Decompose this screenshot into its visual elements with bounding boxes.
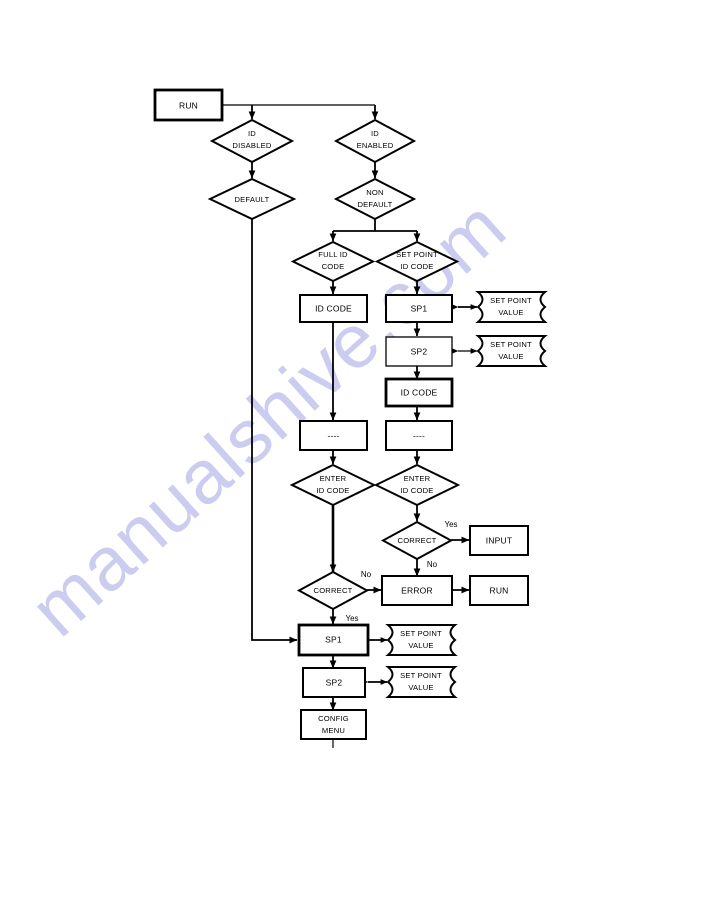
node-run-bottom[interactable]: RUN xyxy=(469,575,529,606)
node-sp2-bottom-label: SP2 xyxy=(326,677,343,687)
node-id-code-left-label: ID CODE xyxy=(315,303,352,313)
node-id-code-left[interactable]: ID CODE xyxy=(299,294,368,323)
node-set-point-value-sp2-right-label-2: VALUE xyxy=(498,352,523,361)
edge-label-correct-left-yes: Yes xyxy=(345,614,358,623)
node-input[interactable]: INPUT xyxy=(469,525,529,556)
node-non-default[interactable]: NON DEFAULT xyxy=(333,177,417,221)
node-id-disabled-label-1: ID xyxy=(248,129,256,138)
node-dashes-right-label: ---- xyxy=(413,430,425,440)
edge-label-correct-right-yes: Yes xyxy=(444,520,457,529)
node-id-enabled-label-1: ID xyxy=(371,129,379,138)
node-set-point-value-sp2-right-label-1: SET POINT xyxy=(490,340,532,349)
node-dashes-left-label: ---- xyxy=(327,430,339,440)
edge-label-correct-left-no: No xyxy=(361,570,372,579)
node-correct-right[interactable]: CORRECT xyxy=(380,520,454,561)
node-correct-right-label: CORRECT xyxy=(398,536,437,545)
node-input-label: INPUT xyxy=(486,535,513,545)
node-enter-id-code-left[interactable]: ENTER ID CODE xyxy=(289,463,377,507)
flowchart-diagram: manualshive.com RUN ID DISABLED ID ENABL… xyxy=(0,0,702,918)
node-error[interactable]: ERROR xyxy=(381,575,453,606)
node-set-point-id-code-label-1: SET POINT xyxy=(396,250,438,259)
node-enter-id-code-right-label-2: ID CODE xyxy=(400,486,433,495)
node-default-label: DEFAULT xyxy=(234,195,269,204)
node-enter-id-code-right[interactable]: ENTER ID CODE xyxy=(373,463,461,507)
node-non-default-label-2: DEFAULT xyxy=(357,200,392,209)
node-dashes-left[interactable]: ---- xyxy=(299,420,368,451)
node-enter-id-code-left-label-1: ENTER xyxy=(320,474,347,483)
node-full-id-code[interactable]: FULL ID CODE xyxy=(290,240,376,283)
node-run-bottom-label: RUN xyxy=(489,585,508,595)
node-id-enabled-label-2: ENABLED xyxy=(357,141,394,150)
node-full-id-code-label-2: CODE xyxy=(322,262,345,271)
node-run-top[interactable]: RUN xyxy=(153,88,224,122)
node-config-menu-label-2: MENU xyxy=(322,726,345,735)
node-sp2-right-label: SP2 xyxy=(411,346,428,356)
node-sp1-right-label: SP1 xyxy=(411,303,428,313)
node-id-disabled-label-2: DISABLED xyxy=(232,141,271,150)
node-config-menu-label-1: CONFIG xyxy=(318,714,349,723)
node-sp2-right[interactable]: SP2 xyxy=(385,336,453,367)
node-set-point-value-sp1-bottom-label-1: SET POINT xyxy=(400,629,442,638)
node-id-code-right[interactable]: ID CODE xyxy=(384,377,454,408)
node-non-default-label-1: NON xyxy=(366,188,383,197)
node-sp2-bottom[interactable]: SP2 xyxy=(302,667,366,698)
node-default[interactable]: DEFAULT xyxy=(207,177,297,221)
node-set-point-value-sp2-bottom-label-2: VALUE xyxy=(408,683,433,692)
edge-label-correct-right-no: No xyxy=(427,560,438,569)
node-set-point-value-sp2-right[interactable]: SET POINT VALUE xyxy=(475,335,548,367)
node-correct-left[interactable]: CORRECT xyxy=(296,570,370,611)
node-id-code-right-label: ID CODE xyxy=(401,387,438,397)
node-enter-id-code-right-label-1: ENTER xyxy=(404,474,431,483)
node-set-point-value-sp1-right[interactable]: SET POINT VALUE xyxy=(475,291,548,323)
node-sp1-right[interactable]: SP1 xyxy=(385,294,453,323)
node-dashes-right[interactable]: ---- xyxy=(385,420,453,451)
node-id-enabled[interactable]: ID ENABLED xyxy=(333,118,417,164)
node-set-point-value-sp1-bottom[interactable]: SET POINT VALUE xyxy=(385,624,458,656)
node-set-point-value-sp2-bottom-label-1: SET POINT xyxy=(400,671,442,680)
node-enter-id-code-left-label-2: ID CODE xyxy=(316,486,349,495)
node-id-disabled[interactable]: ID DISABLED xyxy=(209,118,295,164)
node-full-id-code-label-1: FULL ID xyxy=(318,250,348,259)
node-set-point-value-sp2-bottom[interactable]: SET POINT VALUE xyxy=(385,666,458,698)
node-run-top-label: RUN xyxy=(179,100,198,110)
node-config-menu[interactable]: CONFIG MENU xyxy=(300,709,367,740)
node-sp1-bottom-label: SP1 xyxy=(325,634,342,644)
node-error-label: ERROR xyxy=(401,585,433,595)
node-set-point-id-code-label-2: ID CODE xyxy=(400,262,433,271)
node-set-point-value-sp1-right-label-1: SET POINT xyxy=(490,296,532,305)
node-set-point-value-sp1-bottom-label-2: VALUE xyxy=(408,641,433,650)
node-sp1-bottom[interactable]: SP1 xyxy=(297,623,370,657)
node-set-point-value-sp1-right-label-2: VALUE xyxy=(498,308,523,317)
node-correct-left-label: CORRECT xyxy=(314,586,353,595)
